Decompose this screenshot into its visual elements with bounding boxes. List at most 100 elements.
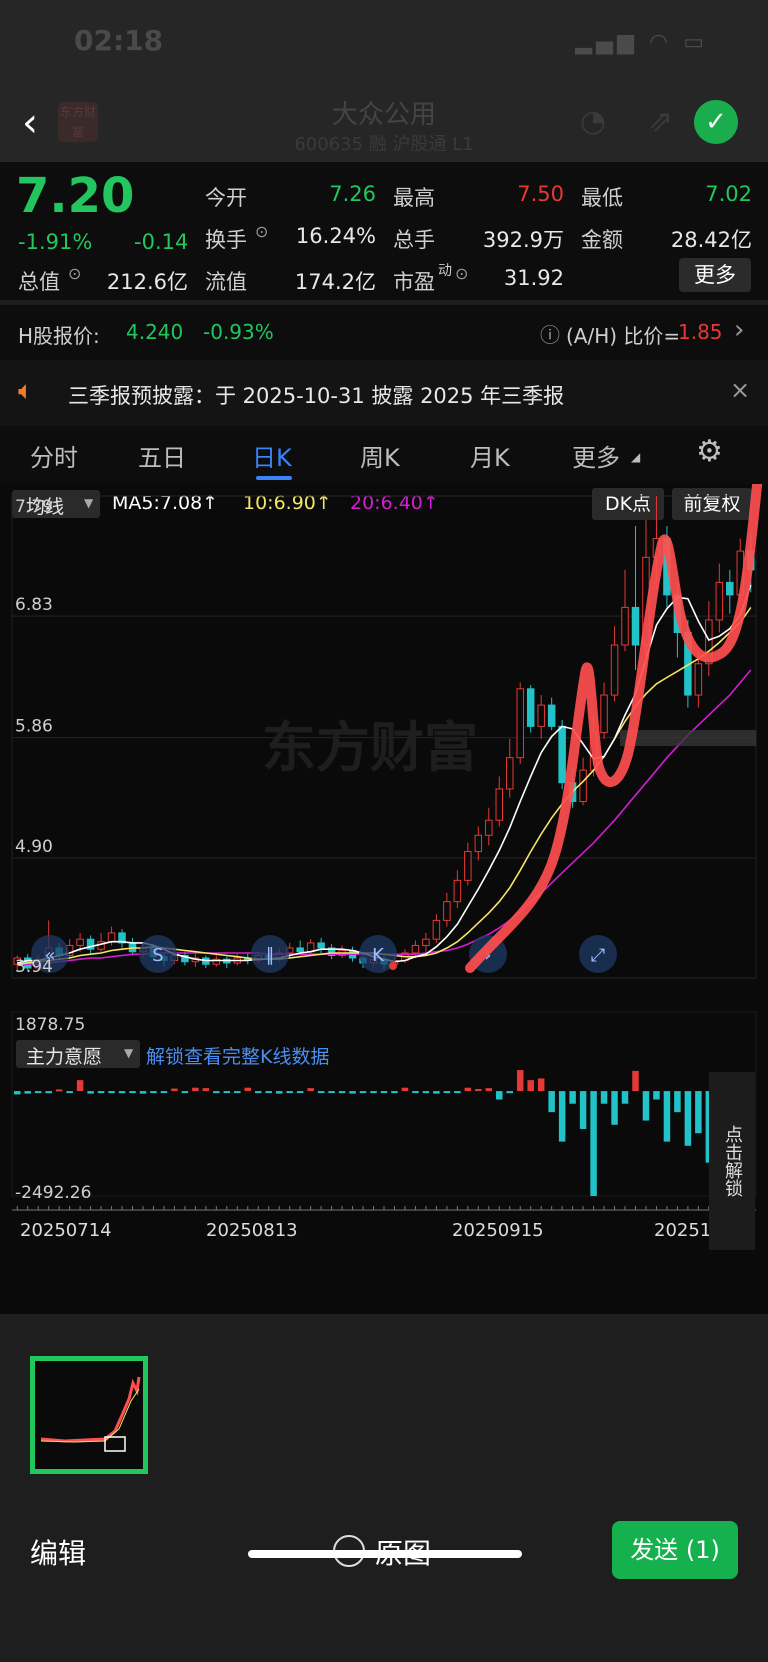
candle-body [76,938,84,946]
flow-bar [642,1091,650,1121]
flow-bar [171,1088,178,1092]
image-thumbnail[interactable] [30,1356,148,1474]
flow-bar [516,1070,524,1092]
notice-banner[interactable]: 🔈︎ 三季报预披露：于 2025-10-31 披露 2025 年三季报 × [0,360,768,426]
status-bar: 02:18 ▂▄▆ ◠ ▭ [0,0,768,90]
flow-bar [108,1091,115,1094]
notice-text: 三季报预披露：于 2025-10-31 披露 2025 年三季报 [68,384,565,408]
flow-bar [118,1091,126,1094]
help-icon[interactable]: ⓘ [540,319,560,348]
flow-min-label: -2492.26 [15,1183,91,1203]
y-tick-label: 7.79 [15,497,53,517]
x-tick-label: 20250915 [452,1220,544,1241]
candle-body [694,663,703,696]
flow-bar [129,1091,136,1094]
chevron-down-icon: ▼ [124,1046,134,1060]
community-icon: ◔ [580,104,607,139]
thumbnail-preview [40,1376,141,1452]
flow-bar [349,1091,356,1094]
sell-dot [389,962,397,970]
flow-bar [328,1091,335,1094]
k-marker-icon-glyph: K [372,945,385,966]
tab-more[interactable]: 更多 [572,438,620,473]
candle-body [610,644,619,696]
flow-bar [454,1091,461,1094]
float-cap-value: 174.2亿 [294,270,376,294]
flow-bar [370,1091,377,1094]
candle-body [485,819,493,836]
flow-bar [380,1091,388,1094]
expand-icon: ⤢ [579,935,617,973]
flow-bar [600,1091,608,1104]
edit-label: 编辑 [30,1537,87,1570]
open-label: 今开 [205,186,247,210]
tab-five-day[interactable]: 五日 [138,438,186,473]
flow-bar [296,1091,304,1094]
signal-battery-icons: ▂▄▆ ◠ ▭ [575,30,708,55]
flow-bar [632,1070,639,1092]
candle-body [474,834,483,853]
change-percent: -1.91% [18,230,93,254]
ah-ratio-label: (A/H) 比价= [566,324,681,348]
hand-drawn-annotation [465,484,763,973]
flow-bar [548,1091,555,1113]
flow-bar [621,1091,629,1104]
candle-body [526,688,535,727]
flow-bar [286,1091,293,1094]
bottom-sheet: 编辑 原图 发送 (1) [0,1322,768,1662]
status-time: 02:18 [74,24,164,57]
gear-icon[interactable]: ⚙ [696,434,723,469]
unlock-link[interactable]: 解锁查看完整K线数据 [146,1042,329,1069]
confirm-check-icon[interactable]: ✓ [694,100,738,144]
close-icon[interactable]: × [730,376,750,404]
sub-indicator-selector[interactable]: 主力意愿 ▼ [16,1040,140,1068]
flow-bar [244,1087,252,1092]
flow-bar [569,1091,576,1104]
flow-max-label: 1878.75 [15,1015,85,1035]
current-price: 7.20 [16,168,135,224]
flow-bar [55,1089,63,1092]
flow-bar [401,1087,409,1092]
candle-body [715,581,724,621]
flow-bar [307,1088,314,1092]
tab-weekly-k[interactable]: 周K [360,438,400,473]
edit-button[interactable]: 编辑 [30,1532,86,1572]
flow-bar [590,1091,597,1196]
amount-label: 金额 [581,228,623,252]
change-amount: -0.14 [134,230,189,254]
candle-body [558,725,566,784]
candle-body [422,938,430,946]
flow-bar [160,1091,168,1094]
candle-body [464,851,472,881]
candle-body [443,901,451,921]
flow-bar [139,1091,147,1094]
flow-bar [150,1091,157,1094]
candle-body [495,788,504,821]
home-indicator [248,1550,522,1558]
chevron-right-icon: › [734,315,745,345]
candle-body [296,947,304,953]
flow-bar [579,1091,587,1129]
speaker-icon: 🔈︎ [18,376,34,406]
flow-bar [663,1091,671,1142]
side-unlock-button[interactable]: 点击解锁 [709,1072,755,1250]
tab-monthly-k[interactable]: 月K [470,438,510,473]
market-cap-info-icon[interactable]: ⊙ [68,264,81,283]
quote-panel: 7.20 -1.91% -0.14 今开 7.26 最高 7.50 最低 7.0… [0,162,768,300]
pe-info-icon[interactable]: ⊙ [455,264,468,283]
volume-value: 392.9万 [482,228,564,252]
flow-bar [475,1088,482,1092]
send-button[interactable]: 发送 (1) [612,1521,738,1579]
h-share-price: 4.240 [126,320,184,344]
flow-bar [422,1091,430,1094]
pe-label: 市盈 [393,270,435,294]
flow-bar [317,1091,325,1094]
kline-svg: 东方财富 «S ∥ K › ⤢ 7.796.835.864.903.941878.75-… [11,484,763,1241]
tab-daily-k[interactable]: 日K [252,438,292,473]
flow-bar [443,1091,451,1094]
turnover-info-icon[interactable]: ⊙ [255,222,268,241]
flow-bar [485,1088,493,1092]
tab-intraday[interactable]: 分时 [30,438,78,473]
more-quote-button[interactable]: 更多 [679,258,751,292]
h-share-row[interactable]: H股报价: 4.240 -0.93% ⓘ (A/H) 比价= 1.85 › [0,304,768,361]
